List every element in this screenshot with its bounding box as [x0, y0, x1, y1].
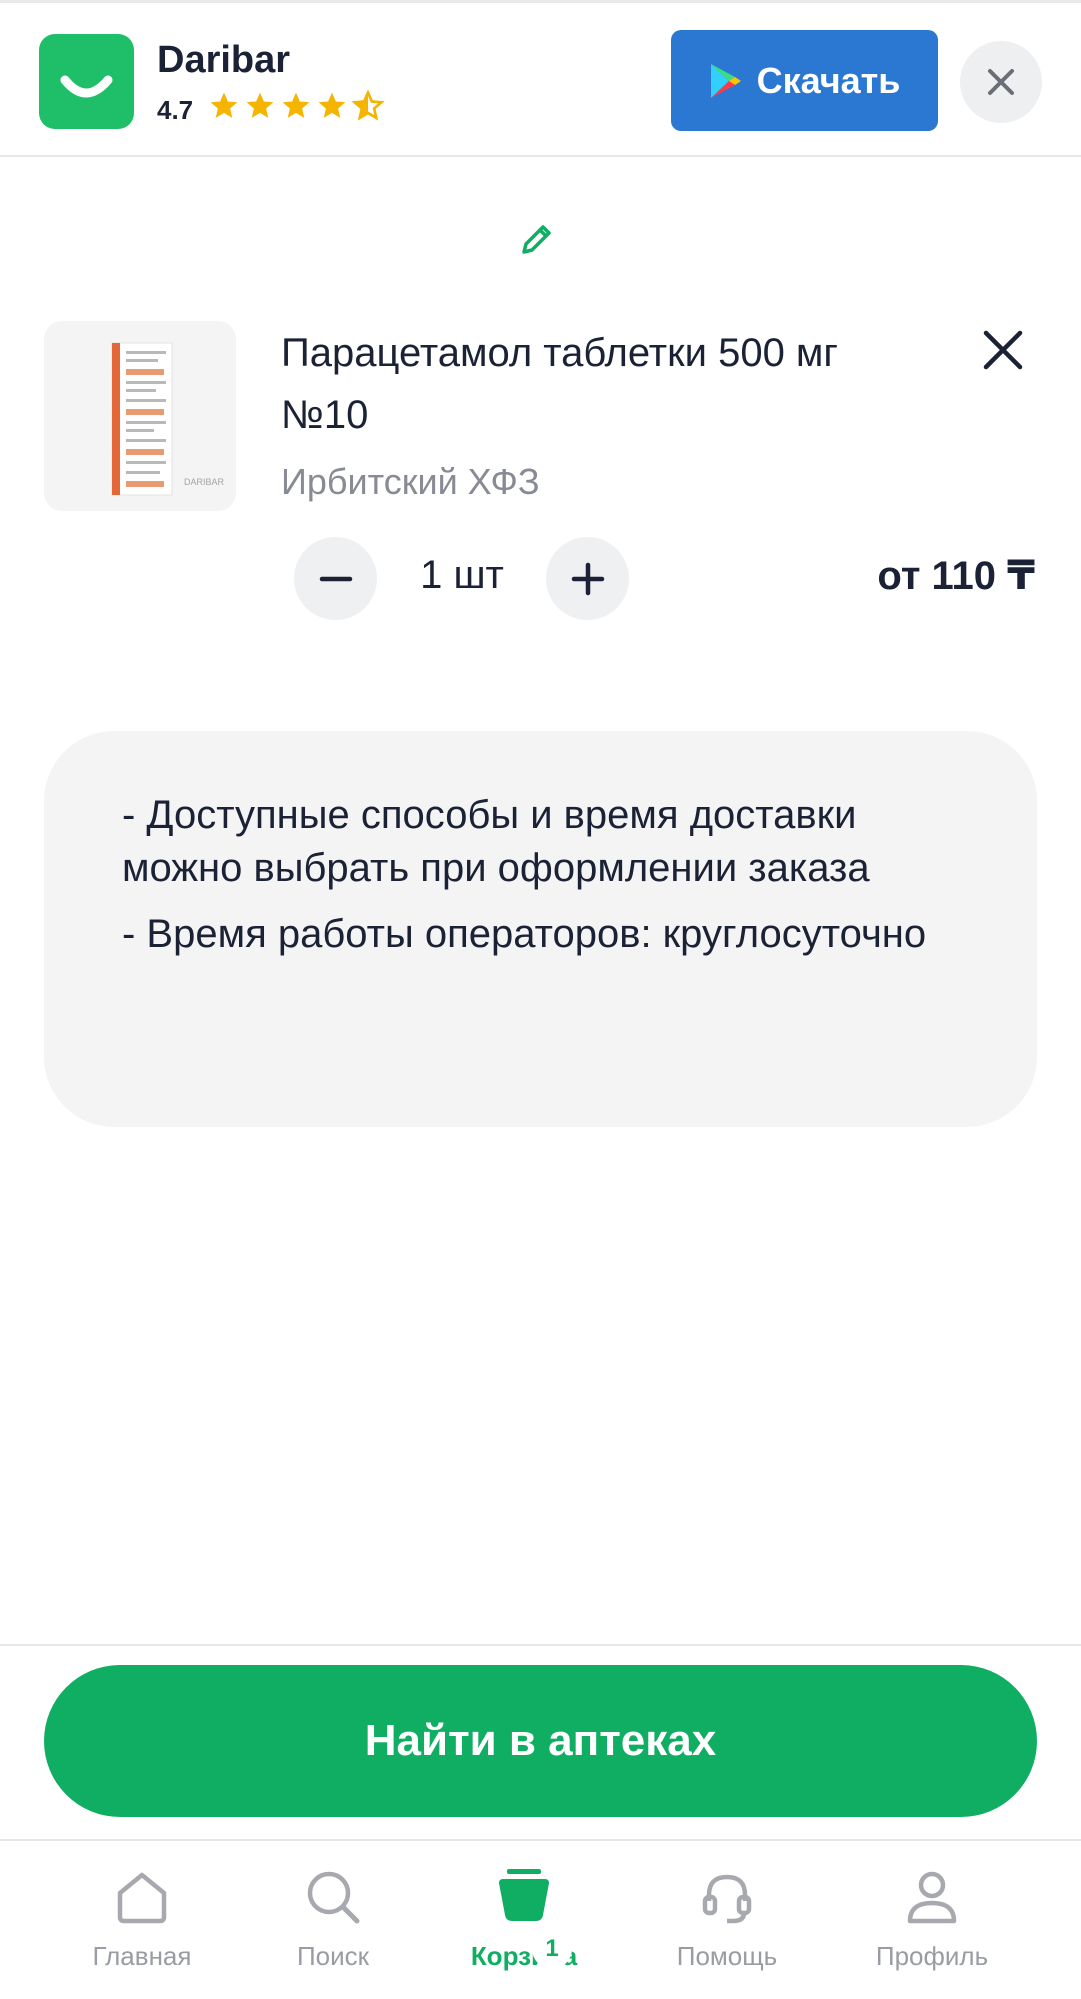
nav-item-profile[interactable]: Профиль [832, 1867, 1032, 1972]
google-play-icon [710, 63, 741, 98]
download-label: Скачать [756, 59, 901, 101]
product-manufacturer: Ирбитский ХФЗ [281, 461, 540, 502]
product-image-watermark: DARIBAR [184, 477, 225, 487]
close-icon [983, 330, 1023, 370]
nav-item-home[interactable]: Главная [42, 1867, 242, 1972]
home-icon [117, 1872, 167, 1924]
daribar-smile-icon[interactable] [39, 34, 134, 129]
close-icon [988, 69, 1014, 95]
remove-item-button[interactable] [978, 325, 1028, 375]
increase-quantity-button[interactable] [546, 537, 629, 620]
bottom-navigation: Главная Поиск 1 Корзина Помощь Профиль [0, 1839, 1081, 1999]
half-star-icon [351, 90, 385, 121]
download-button[interactable]: Скачать [671, 30, 938, 131]
app-rating: 4.7 [157, 95, 194, 125]
delivery-info-box: - Доступные способы и время доставки мож… [44, 731, 1037, 1127]
profile-icon [907, 1871, 957, 1924]
headset-icon [702, 1874, 752, 1924]
rating-stars [207, 90, 385, 122]
nav-item-cart[interactable]: 1 Корзина [424, 1867, 624, 1972]
search-icon [307, 1871, 360, 1924]
cart-count-badge: 1 [532, 1929, 572, 1969]
product-name[interactable]: Парацетамол таблетки 500 мг №10 [281, 322, 931, 446]
star-icon [210, 92, 238, 118]
close-banner-button[interactable] [960, 41, 1042, 123]
plus-icon [571, 562, 604, 595]
nav-item-help[interactable]: Помощь [627, 1867, 827, 1972]
nav-label: Профиль [875, 1941, 989, 1971]
product-price: от 110 ₸ [877, 554, 1035, 598]
nav-label: Поиск [296, 1941, 370, 1971]
find-in-pharmacies-button[interactable]: Найти в аптеках [44, 1665, 1037, 1817]
nav-label: Помощь [676, 1941, 778, 1971]
app-name: Daribar [157, 39, 291, 81]
star-icon [246, 92, 274, 118]
info-line-delivery: - Доступные способы и время доставки мож… [122, 793, 870, 890]
cart-icon [499, 1869, 549, 1921]
nav-item-search[interactable]: Поиск [233, 1867, 433, 1972]
minus-icon [319, 576, 352, 581]
info-line-operators: - Время работы операторов: круглосуточно [122, 912, 927, 956]
pencil-icon[interactable] [516, 220, 556, 260]
quantity-value: 1 шт [420, 553, 504, 597]
product-image[interactable]: DARIBAR [44, 321, 236, 511]
star-icon [282, 92, 310, 118]
nav-label: Главная [92, 1941, 192, 1971]
star-icon [318, 92, 346, 118]
app-install-banner: Daribar 4.7 Скачать [0, 0, 1081, 157]
decrease-quantity-button[interactable] [294, 537, 377, 620]
